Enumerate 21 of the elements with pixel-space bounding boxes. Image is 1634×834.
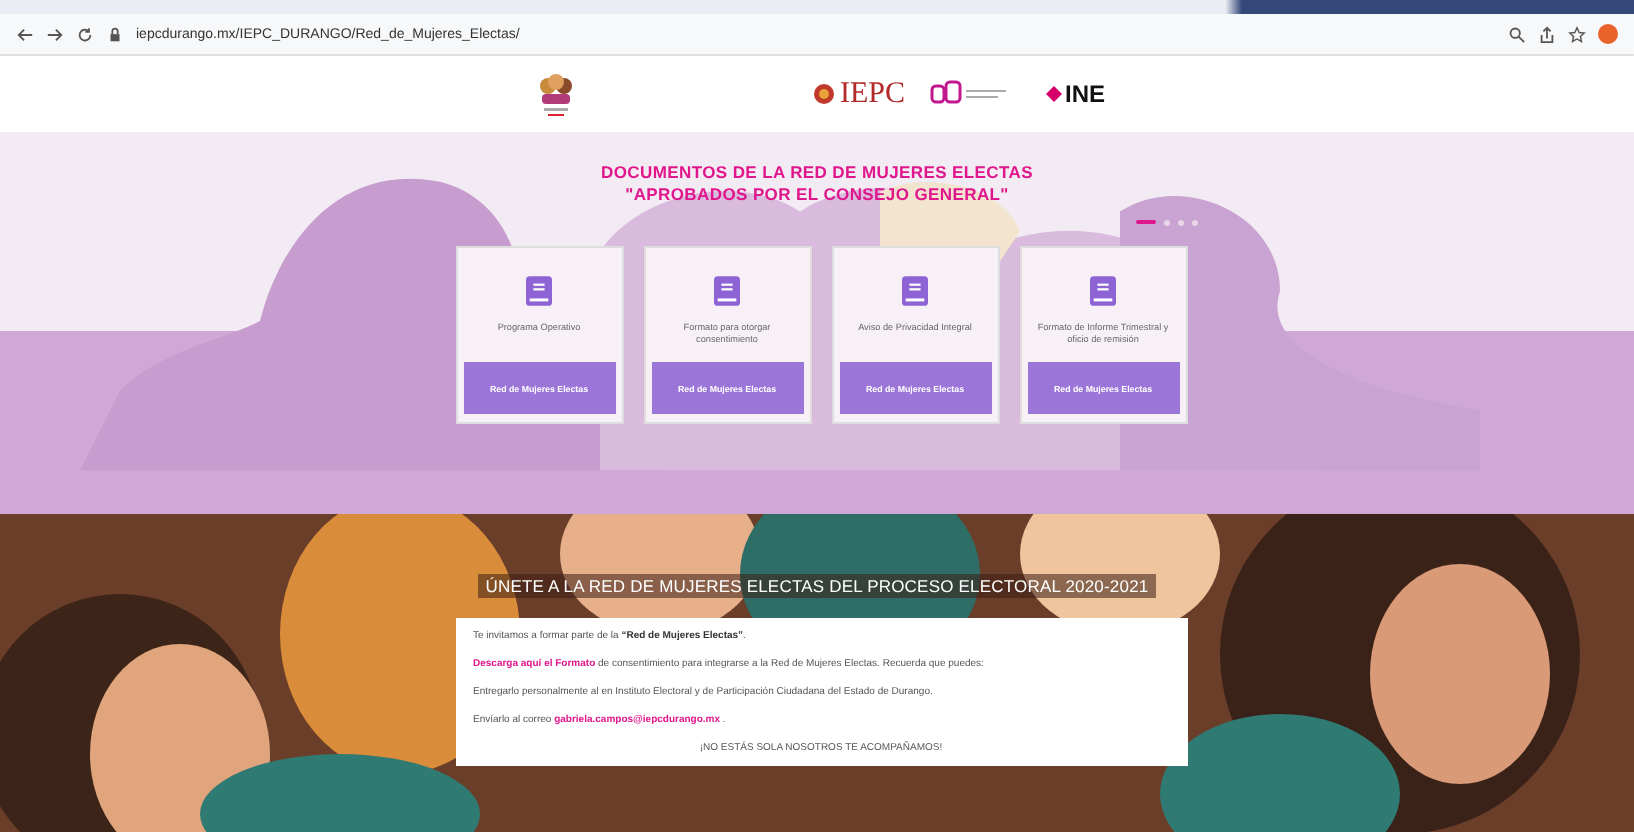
book-icon: [714, 276, 740, 306]
emblem-logo[interactable]: [536, 70, 576, 118]
forward-icon[interactable]: [46, 25, 64, 43]
search-icon[interactable]: [1508, 25, 1526, 43]
carousel-dot[interactable]: [1178, 219, 1184, 225]
carousel-dot[interactable]: [1192, 219, 1198, 225]
back-icon[interactable]: [16, 25, 34, 43]
book-icon: [1090, 276, 1116, 306]
book-icon: [526, 276, 552, 306]
reload-icon[interactable]: [76, 25, 94, 43]
iepc-logo[interactable]: IEPC: [812, 77, 906, 111]
book-icon: [902, 276, 928, 306]
ine-logo[interactable]: INE: [1045, 80, 1106, 108]
profile-avatar-icon[interactable]: [1598, 24, 1618, 44]
section-subtitle: "APROBADOS POR EL CONSEJO GENERAL": [625, 184, 1009, 206]
join-title: ÚNETE A LA RED DE MUJERES ELECTAS DEL PROCESO ELECTORAL 2020-2021: [477, 574, 1157, 598]
lock-icon: [106, 25, 124, 43]
share-icon[interactable]: [1538, 25, 1556, 43]
carousel-dot[interactable]: [1164, 219, 1170, 225]
star-icon[interactable]: [1568, 25, 1586, 43]
section-title: DOCUMENTOS DE LA RED DE MUJERES ELECTAS: [601, 162, 1033, 184]
